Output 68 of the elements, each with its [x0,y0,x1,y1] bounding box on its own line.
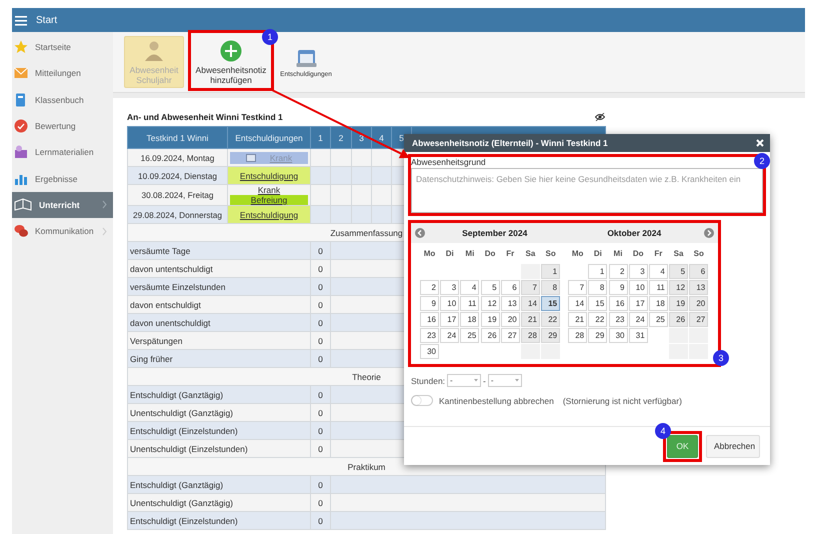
sidebar-label: Mitteilungen [35,68,82,78]
note-text: (Stornierung ist nicht verfügbar) [562,396,682,406]
table-cell: 0 [310,404,330,422]
sidebar-label: Unterricht [39,200,81,210]
weekday-label: Sa [524,248,536,260]
table-cell: 0 [310,350,330,368]
table-cell: 0 [310,476,330,494]
section-title: An- und Abwesenheit Winni Testkind 1 [127,112,283,122]
table-cell: 30.08.2024, Freitag [128,184,228,206]
table-cell: Unentschuldigt (Ganztägig) [128,494,310,512]
table-cell: Entschuldigt (Ganztägig) [128,476,310,494]
month-title: September 2024 [461,228,528,238]
weekday-label: Di [444,248,455,260]
table-cell: 0 [310,440,330,458]
weekday-label: Do [632,248,645,260]
table-cell: Unentschuldigt (Einzelstunden) [128,440,310,458]
table-cell: 0 [310,260,330,278]
weekday-label: So [692,248,705,260]
table-cell: Unentschuldigt (Ganztägig) [128,404,310,422]
weekday-label: Mo [570,248,584,260]
sidebar-label: Startseite [35,42,72,52]
weekday-label: Mi [464,248,476,260]
column-header: Testkind 1 Winni [128,126,228,148]
weekday-label: Di [592,248,603,260]
sidebar-label: Bewertung [35,121,77,132]
table-cell: Entschuldigt (Ganztägig) [128,386,310,404]
sidebar-label: Klassenbuch [35,94,85,105]
table-cell: 0 [310,242,330,260]
table-cell: 0 [310,422,330,440]
table-cell: 0 [310,512,330,530]
table-cell: 0 [310,332,330,350]
field-label: Abwesenheitsgrund [411,157,486,167]
table-cell: 0 [310,386,330,404]
toggle-label: Kantinenbestellung abbrechen [439,396,554,406]
table-cell: 0 [310,314,330,332]
sidebar-label: Lernmaterialien [35,147,95,158]
weekday-label: So [544,248,557,260]
table-cell: Entschuldigt (Einzelstunden) [128,512,310,530]
column-header: 1 [310,126,330,148]
table-cell: 16.09.2024, Montag [128,148,228,166]
sidebar-label: Kommunikation [35,226,95,236]
weekday-label: Mi [612,248,624,260]
table-cell: 0 [310,494,330,512]
table-cell: Ging früher [128,350,310,368]
weekday-label: Mo [422,248,436,260]
app-title: Start [36,14,58,26]
table-cell: versäumte Tage [128,242,310,260]
table-cell: davon untentschuldigt [128,260,310,278]
column-header: 2 [330,126,352,148]
table-cell: 0 [310,296,330,314]
table-cell: 29.08.2024, Donnerstag [128,206,228,224]
sidebar-label: Ergebnisse [35,174,79,184]
table-cell: 10.09.2024, Dienstag [128,166,228,184]
weekday-label: Do [484,248,496,260]
table-cell: davon entschuldigt [128,296,310,314]
weekday-label: Fr [653,248,664,260]
column-header: Entschuldigungen [228,126,310,148]
table-cell: Entschuldigt (Einzelstunden) [128,422,310,440]
table-cell: versäumte Einzelstunden [128,278,310,296]
table-cell: 0 [310,278,330,296]
field-label: Stunden: [411,376,446,386]
table-cell: davon unentschuldigt [128,314,310,332]
table-cell: Verspätungen [128,332,310,350]
separator-text: - [483,376,486,386]
month-title: Oktober 2024 [606,228,662,238]
weekday-label: Fr [505,248,516,260]
dialog-title: Abwesenheitsnotiz (Elternteil) - Winni Testkind 1 [412,138,608,148]
weekday-label: Sa [672,248,684,260]
